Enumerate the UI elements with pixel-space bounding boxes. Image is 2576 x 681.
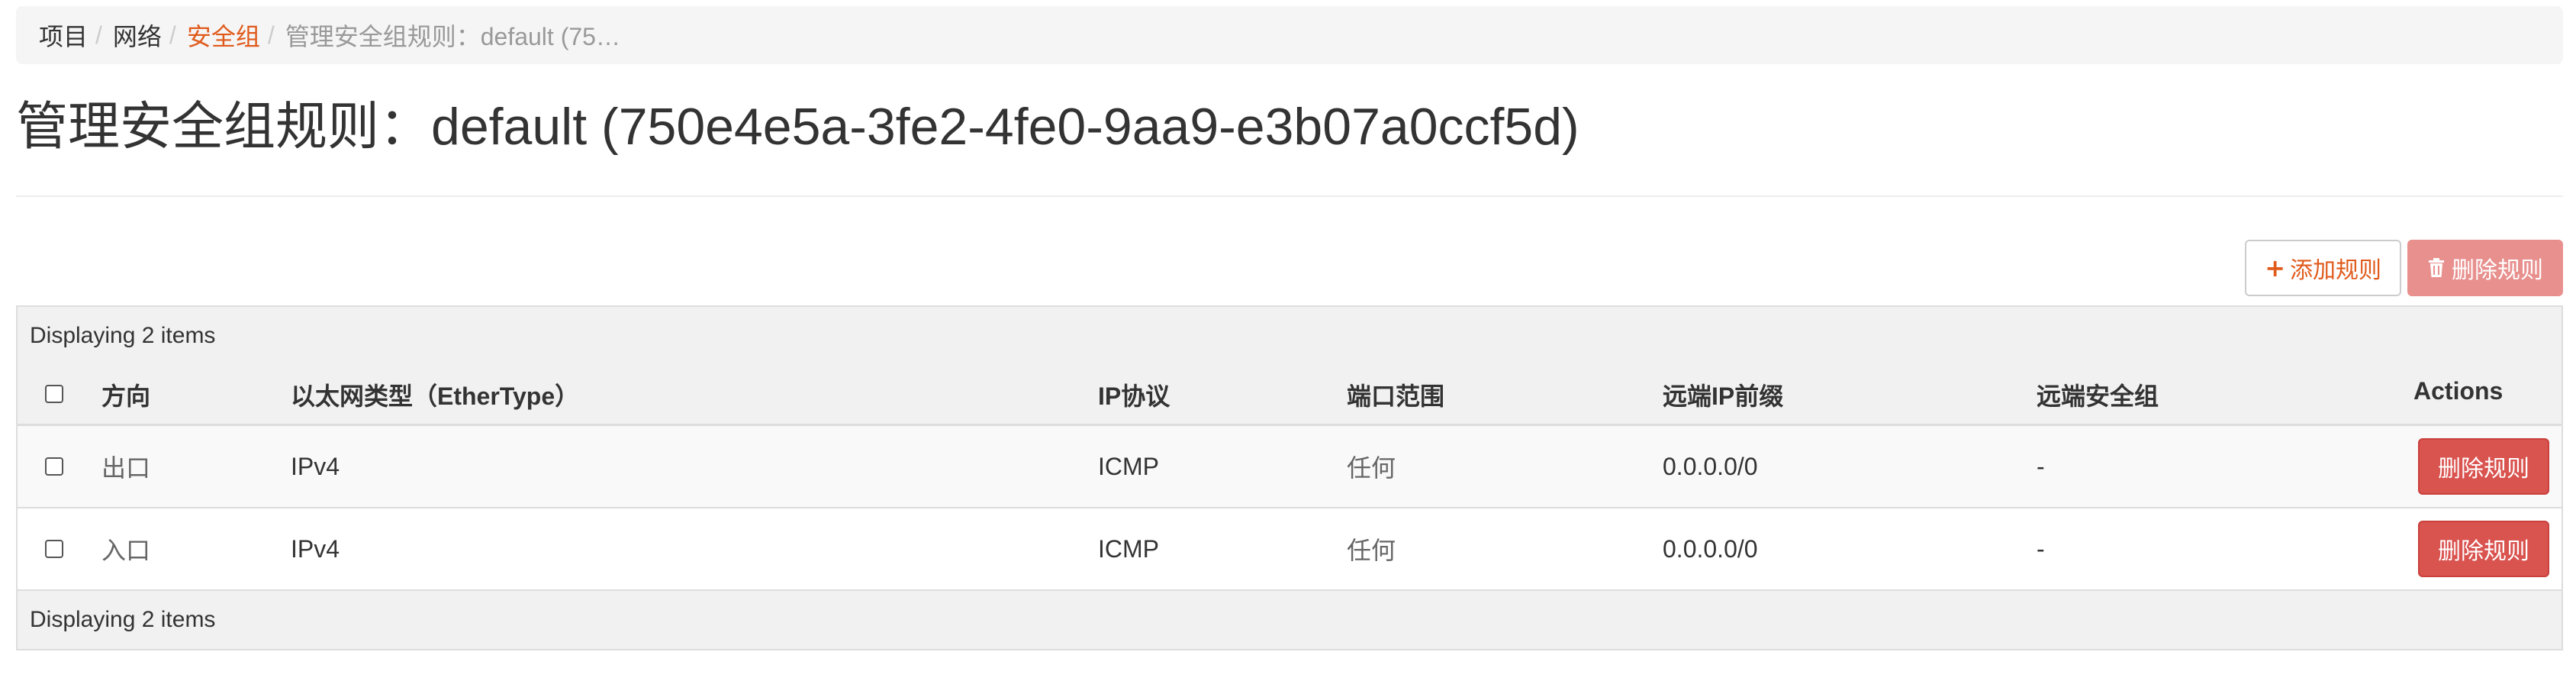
breadcrumb-item-network[interactable]: 网络 [113, 18, 162, 53]
select-all-cell [45, 365, 63, 424]
table-header-row: 方向 以太网类型（EtherType） IP协议 端口范围 远端IP前缀 远端安… [18, 365, 2562, 426]
breadcrumb: 项目 / 网络 / 安全组 / 管理安全组规则：default (75… [16, 6, 2563, 64]
cell-ethertype: IPv4 [291, 534, 340, 563]
cell-actions: 删除规则 [2418, 508, 2549, 589]
title-divider [16, 195, 2563, 197]
cell-port-range: 任何 [1347, 537, 1396, 564]
row-select-cell [45, 426, 63, 507]
column-header-ethertype[interactable]: 以太网类型（EtherType） [291, 365, 579, 424]
column-header-port-range[interactable]: 端口范围 [1347, 365, 1444, 424]
cell-ethertype: IPv4 [291, 452, 340, 480]
breadcrumb-item-project[interactable]: 项目 [39, 18, 88, 53]
column-header-ip-protocol[interactable]: IP协议 [1098, 365, 1170, 424]
page: 项目 / 网络 / 安全组 / 管理安全组规则：default (75… 管理安… [16, 0, 2563, 650]
trash-icon [2427, 257, 2447, 279]
cell-remote-security-group: - [2037, 452, 2045, 480]
cell-ip-protocol: ICMP [1098, 452, 1159, 480]
delete-rule-button[interactable]: 删除规则 [2418, 438, 2549, 495]
row-checkbox[interactable] [45, 457, 63, 476]
delete-rule-button[interactable]: 删除规则 [2418, 521, 2549, 577]
column-header-actions: Actions [2413, 377, 2504, 405]
row-select-cell [45, 508, 63, 589]
cell-remote-security-group: - [2037, 534, 2045, 563]
cell-actions: 删除规则 [2418, 426, 2549, 507]
table-actions-toolbar: + 添加规则 删除规则 [16, 240, 2563, 296]
column-header-remote-security-group[interactable]: 远端安全组 [2037, 365, 2159, 424]
add-rule-label: 添加规则 [2290, 257, 2381, 284]
add-rule-button[interactable]: + 添加规则 [2245, 240, 2401, 296]
breadcrumb-separator: / [169, 21, 176, 49]
column-header-direction[interactable]: 方向 [101, 365, 150, 424]
select-all-checkbox[interactable] [45, 385, 63, 403]
table-row: 入口 IPv4 ICMP 任何 0.0.0.0/0 - 删除规则 [18, 508, 2562, 591]
cell-remote-ip-prefix: 0.0.0.0/0 [1663, 534, 1758, 563]
cell-direction: 出口 [101, 454, 151, 482]
delete-rules-label: 删除规则 [2452, 257, 2543, 284]
breadcrumb-separator: / [95, 21, 102, 49]
breadcrumb-item-current: 管理安全组规则：default (75… [285, 23, 620, 50]
table-row: 出口 IPv4 ICMP 任何 0.0.0.0/0 - 删除规则 [18, 426, 2562, 508]
cell-direction: 入口 [101, 537, 151, 564]
row-checkbox[interactable] [45, 540, 63, 558]
cell-remote-ip-prefix: 0.0.0.0/0 [1663, 452, 1758, 480]
table-item-count: Displaying 2 items [18, 307, 2562, 365]
cell-ip-protocol: ICMP [1098, 534, 1159, 563]
breadcrumb-item-security-groups[interactable]: 安全组 [187, 18, 260, 53]
delete-rules-button[interactable]: 删除规则 [2407, 240, 2563, 296]
cell-port-range: 任何 [1347, 454, 1396, 482]
table-footer-item-count: Displaying 2 items [18, 591, 2562, 649]
page-title: 管理安全组规则：default (750e4e5a-3fe2-4fe0-9aa9… [16, 98, 1579, 156]
column-header-remote-ip-prefix[interactable]: 远端IP前缀 [1663, 365, 1783, 424]
breadcrumb-separator: / [267, 21, 275, 49]
plus-icon: + [2265, 253, 2285, 282]
security-group-rules-table: Displaying 2 items 方向 以太网类型（EtherType） I… [16, 305, 2563, 650]
